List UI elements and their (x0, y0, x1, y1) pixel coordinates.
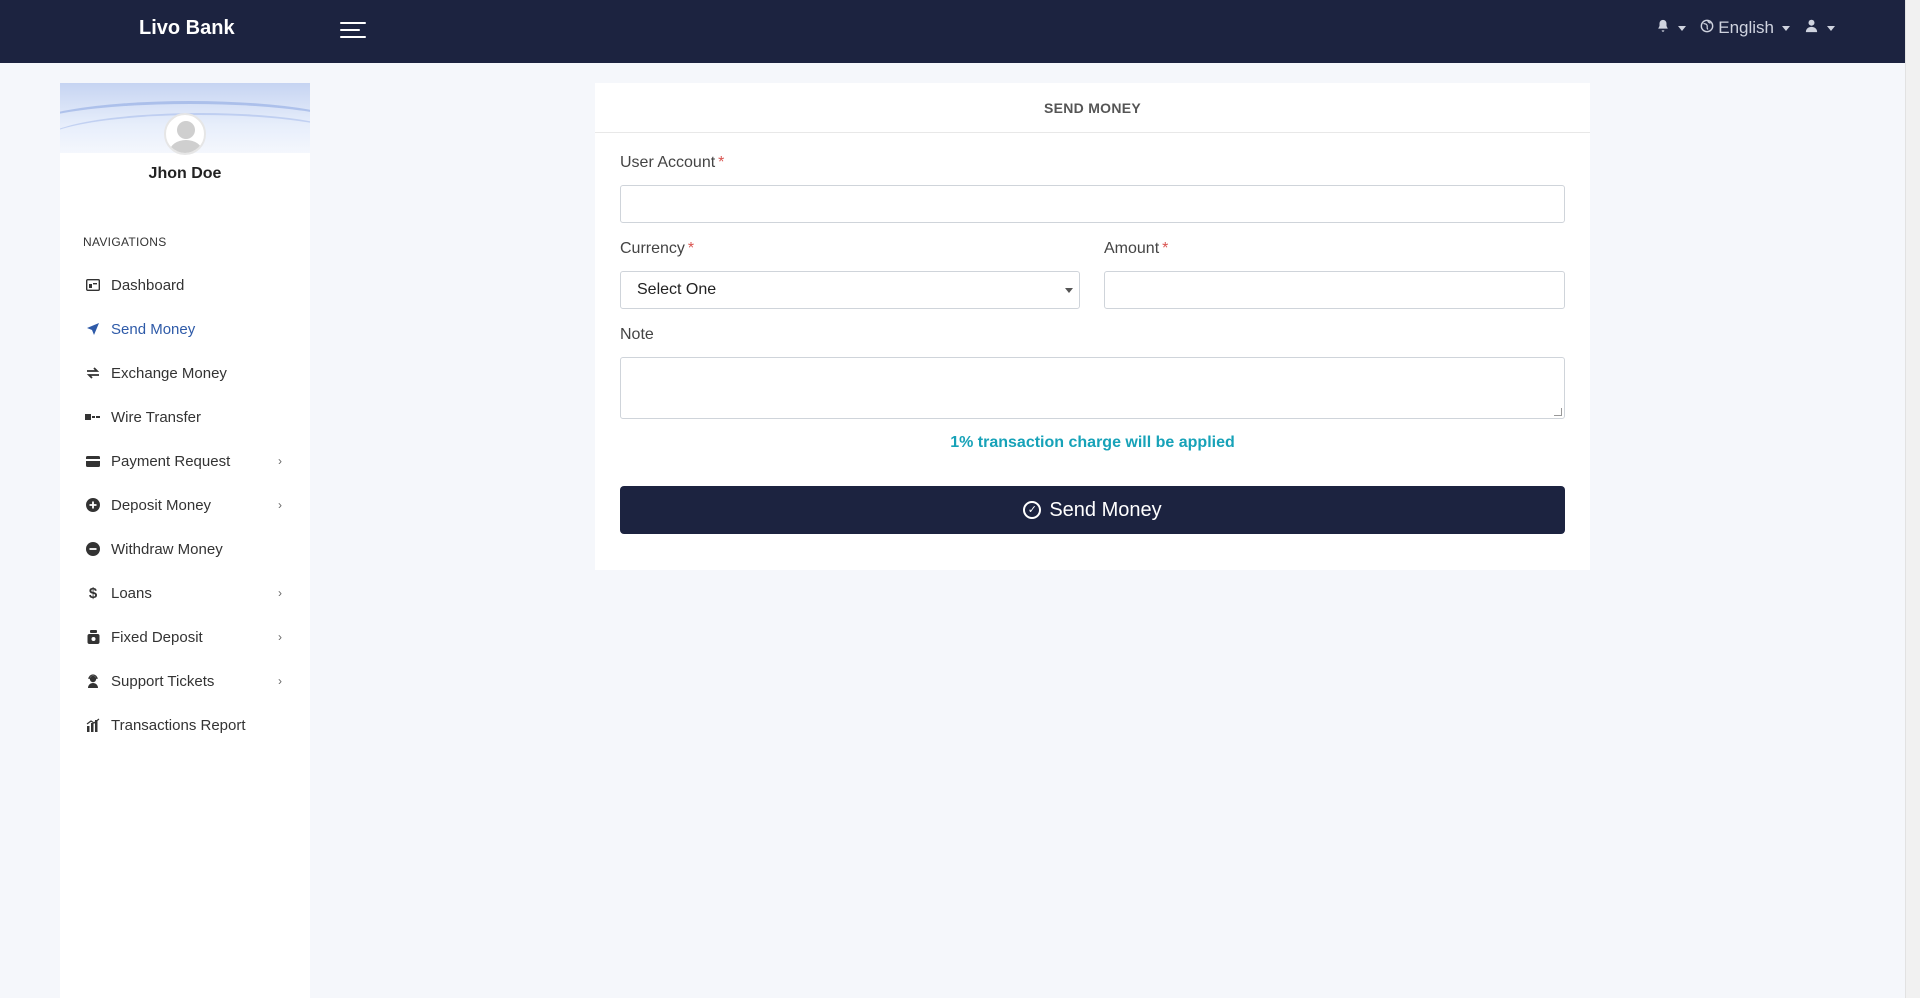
user-account-input[interactable] (620, 185, 1565, 223)
check-circle-icon: ✓ (1023, 501, 1042, 519)
globe-icon (1700, 18, 1714, 38)
chevron-right-icon: › (278, 630, 282, 644)
user-icon (1804, 18, 1819, 38)
note-textarea[interactable] (620, 357, 1565, 419)
language-dropdown[interactable]: English (1700, 18, 1790, 38)
minus-circle-icon (85, 541, 101, 557)
send-money-card: SEND MONEY User Account * Currency * Selec… (595, 83, 1590, 570)
resize-grip-icon[interactable] (1554, 408, 1562, 416)
sidebar-item-dashboard[interactable]: Dashboard (60, 263, 310, 307)
sidebar-item-label: Fixed Deposit (111, 628, 203, 646)
currency-select[interactable]: Select One (620, 271, 1080, 309)
language-label: English (1718, 18, 1774, 37)
note-label: Note (620, 326, 654, 343)
user-dropdown[interactable] (1804, 18, 1835, 38)
sidebar-item-label: Withdraw Money (111, 540, 223, 558)
dashboard-icon (85, 277, 101, 293)
required-mark: * (718, 154, 725, 171)
dollar-icon: $ (88, 584, 98, 602)
wire-transfer-icon (85, 409, 101, 425)
headset-icon (85, 673, 101, 689)
sidebar-nav: Dashboard Send Money Exchange Money Wire… (60, 263, 310, 747)
send-money-button[interactable]: ✓ Send Money (620, 486, 1565, 534)
top-navbar: Livo Bank English (0, 0, 1905, 63)
amount-label-text: Amount (1104, 240, 1160, 257)
sidebar-item-withdraw-money[interactable]: Withdraw Money (60, 527, 310, 571)
sidebar-item-label: Exchange Money (111, 364, 227, 382)
send-icon (85, 321, 101, 337)
piggy-bank-icon (85, 629, 101, 645)
avatar-head (177, 121, 195, 139)
currency-label: Currency * (620, 240, 694, 258)
transaction-charge-note: 1% transaction charge will be applied (950, 434, 1235, 451)
user-account-label-text: User Account (620, 154, 716, 171)
chevron-right-icon: › (278, 674, 282, 688)
send-money-button-label: Send Money (1049, 498, 1162, 521)
chart-icon (85, 717, 101, 733)
required-mark: * (687, 240, 695, 257)
sidebar: Jhon Doe NAVIGATIONS Dashboard Send Mone… (60, 83, 310, 998)
credit-card-icon (85, 453, 101, 469)
card-title: SEND MONEY (595, 83, 1590, 133)
sidebar-item-label: Deposit Money (111, 496, 212, 514)
chevron-right-icon: › (278, 586, 282, 600)
caret-down-icon (1782, 25, 1790, 31)
sidebar-item-transactions-report[interactable]: Transactions Report (60, 703, 310, 747)
profile-name: Jhon Doe (148, 165, 222, 182)
page-scrollbar[interactable] (1905, 0, 1920, 998)
sidebar-item-label: Wire Transfer (111, 408, 202, 426)
avatar[interactable] (164, 113, 206, 155)
sidebar-item-label: Payment Request (111, 452, 231, 470)
sidebar-section-title: NAVIGATIONS (83, 235, 167, 249)
sidebar-item-label: Send Money (111, 320, 196, 338)
sidebar-item-deposit-money[interactable]: Deposit Money › (60, 483, 310, 527)
hamburger-menu-icon[interactable] (340, 20, 366, 40)
amount-input[interactable] (1104, 271, 1565, 309)
sidebar-item-label: Transactions Report (111, 716, 246, 734)
notifications-dropdown[interactable] (1656, 18, 1687, 38)
top-right-menu: English (1656, 18, 1835, 38)
currency-label-text: Currency (620, 240, 685, 257)
avatar-body (170, 140, 202, 153)
exchange-icon (85, 365, 101, 381)
caret-down-icon (1678, 25, 1687, 31)
sidebar-item-support-tickets[interactable]: Support Tickets › (60, 659, 310, 703)
caret-down-icon (1827, 25, 1835, 31)
chevron-right-icon: › (278, 454, 282, 468)
brand-name[interactable]: Livo Bank (139, 17, 235, 40)
sidebar-item-label: Dashboard (111, 276, 185, 294)
currency-selected-value: Select One (637, 281, 717, 298)
sidebar-item-send-money[interactable]: Send Money (60, 307, 310, 351)
chevron-right-icon: › (278, 498, 282, 512)
bell-icon (1656, 18, 1670, 38)
sidebar-item-fixed-deposit[interactable]: Fixed Deposit › (60, 615, 310, 659)
sidebar-item-loans[interactable]: $ Loans › (60, 571, 310, 615)
sidebar-item-exchange-money[interactable]: Exchange Money (60, 351, 310, 395)
amount-label: Amount * (1104, 240, 1168, 258)
user-account-label: User Account * (620, 154, 724, 172)
dropdown-arrow-icon (1065, 288, 1073, 293)
sidebar-item-payment-request[interactable]: Payment Request › (60, 439, 310, 483)
plus-circle-icon (85, 497, 101, 513)
required-mark: * (1162, 240, 1169, 257)
sidebar-item-wire-transfer[interactable]: Wire Transfer (60, 395, 310, 439)
sidebar-item-label: Loans (111, 584, 152, 602)
sidebar-item-label: Support Tickets (111, 672, 215, 690)
